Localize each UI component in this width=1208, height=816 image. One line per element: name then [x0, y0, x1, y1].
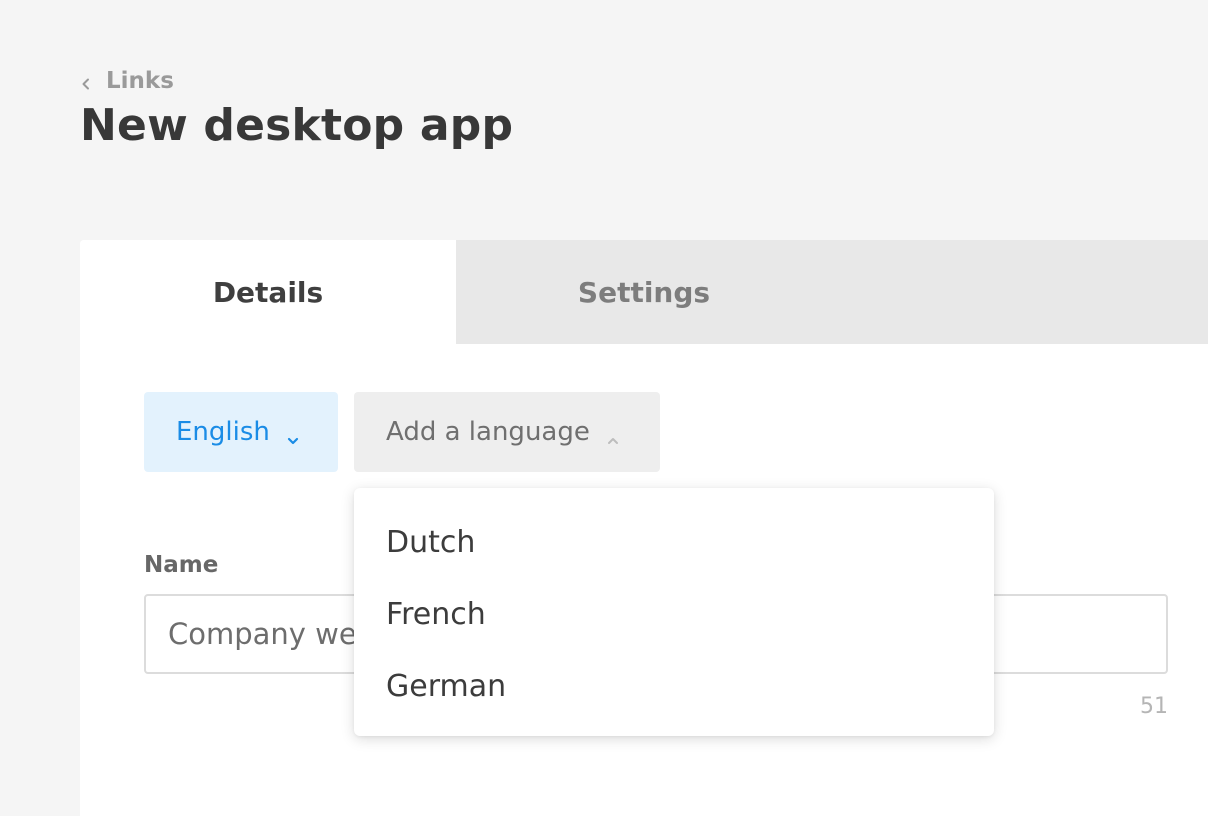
tab-settings[interactable]: Settings	[456, 240, 832, 344]
name-field-label: Name	[144, 552, 219, 578]
breadcrumb-link-links[interactable]: Links	[106, 68, 174, 94]
tab-bar: Details Settings	[80, 240, 1208, 344]
current-language-label: English	[176, 417, 270, 447]
add-language-label: Add a language	[386, 417, 590, 447]
breadcrumb[interactable]: Links	[80, 66, 174, 96]
tab-details[interactable]: Details	[80, 240, 456, 344]
chevron-down-icon	[286, 425, 300, 445]
page-title: New desktop app	[80, 100, 514, 151]
add-language-button[interactable]: Add a language	[354, 392, 660, 472]
language-option-french[interactable]: French	[354, 578, 994, 650]
name-char-count: 51	[1140, 694, 1168, 719]
add-language-dropdown: Dutch French German	[354, 488, 994, 736]
current-language-button[interactable]: English	[144, 392, 338, 472]
language-option-german[interactable]: German	[354, 650, 994, 722]
chevron-left-icon	[80, 75, 92, 90]
language-option-dutch[interactable]: Dutch	[354, 506, 994, 578]
tab-bar-filler	[832, 240, 1208, 344]
chevron-up-icon	[606, 425, 620, 444]
